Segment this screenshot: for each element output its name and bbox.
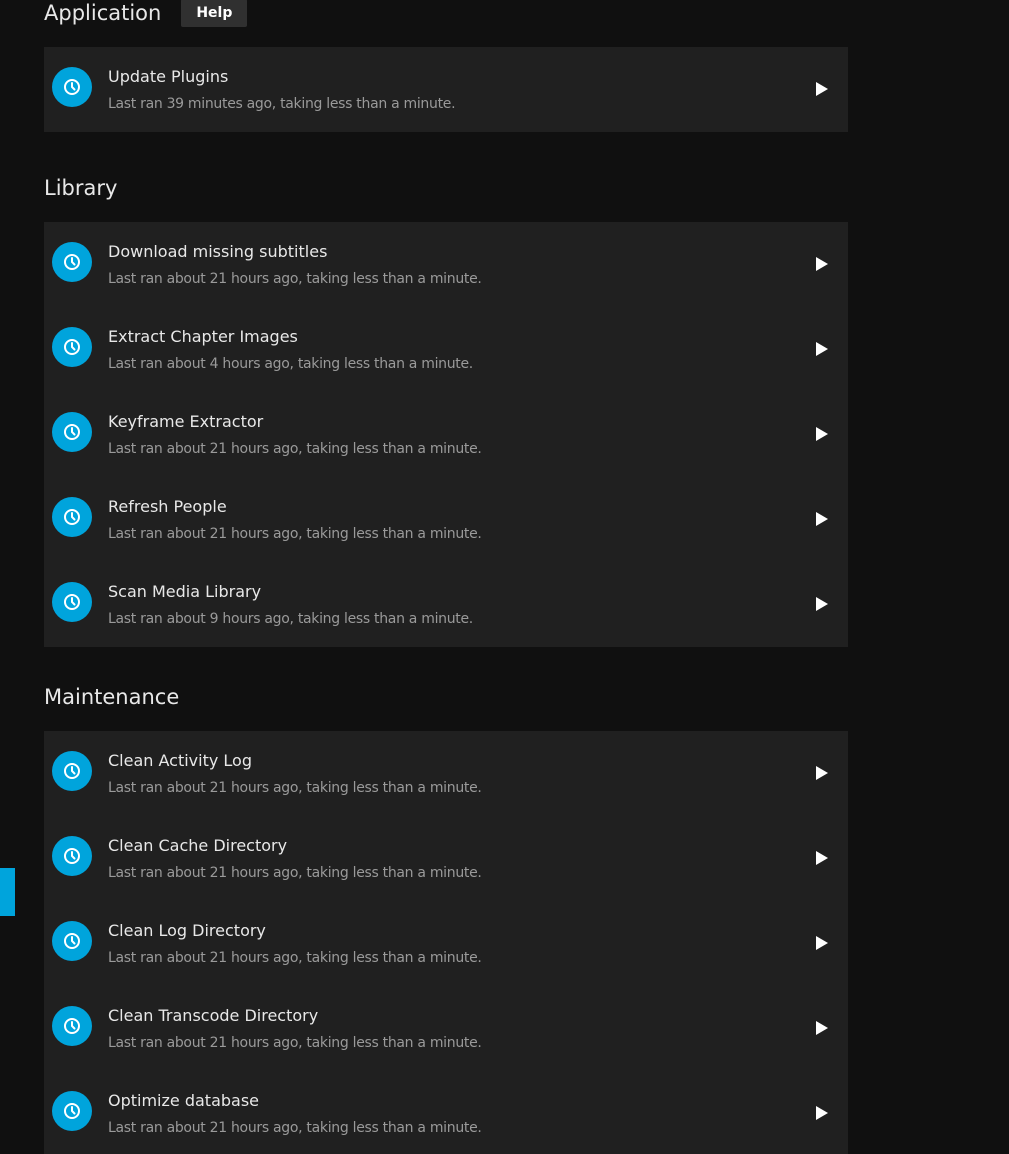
active-nav-indicator <box>0 868 15 916</box>
task-status: Last ran about 21 hours ago, taking less… <box>108 865 482 881</box>
task-status: Last ran about 21 hours ago, taking less… <box>108 271 482 287</box>
section-title: Maintenance <box>44 685 180 709</box>
clock-icon <box>52 836 92 876</box>
task-row[interactable]: Keyframe Extractor Last ran about 21 hour… <box>44 392 848 477</box>
clock-icon <box>52 412 92 452</box>
task-name[interactable]: Download missing subtitles <box>108 241 482 263</box>
task-text: Keyframe Extractor Last ran about 21 hour… <box>108 411 482 459</box>
task-status: Last ran about 21 hours ago, taking less… <box>108 526 482 542</box>
task-list: Download missing subtitles Last ran about… <box>44 222 848 647</box>
task-row[interactable]: Clean Cache Directory Last ran about 21 h… <box>44 816 848 901</box>
section-library: Library Download missing subtitles Last r… <box>44 174 848 647</box>
task-text: Clean Log Directory Last ran about 21 hou… <box>108 920 482 968</box>
section-application: Application Help Update Plugins Last ran … <box>44 0 848 132</box>
play-icon[interactable] <box>808 250 836 278</box>
task-row[interactable]: Optimize database Last ran about 21 hours… <box>44 1071 848 1154</box>
task-row[interactable]: Clean Transcode Directory Last ran about … <box>44 986 848 1071</box>
clock-icon <box>52 242 92 282</box>
play-icon[interactable] <box>808 590 836 618</box>
task-name[interactable]: Scan Media Library <box>108 581 473 603</box>
play-icon[interactable] <box>808 1099 836 1127</box>
task-status: Last ran about 21 hours ago, taking less… <box>108 441 482 457</box>
task-name[interactable]: Clean Transcode Directory <box>108 1005 482 1027</box>
task-status: Last ran about 9 hours ago, taking less … <box>108 611 473 627</box>
task-text: Clean Transcode Directory Last ran about … <box>108 1005 482 1053</box>
task-name[interactable]: Clean Cache Directory <box>108 835 482 857</box>
task-status: Last ran 39 minutes ago, taking less tha… <box>108 96 456 112</box>
scheduled-tasks-page: Application Help Update Plugins Last ran … <box>0 0 1009 1154</box>
section-header: Library <box>44 174 848 202</box>
play-icon[interactable] <box>808 759 836 787</box>
section-title: Application <box>44 1 162 25</box>
task-row[interactable]: Download missing subtitles Last ran about… <box>44 222 848 307</box>
task-name[interactable]: Keyframe Extractor <box>108 411 482 433</box>
play-icon[interactable] <box>808 420 836 448</box>
task-row[interactable]: Clean Activity Log Last ran about 21 hour… <box>44 731 848 816</box>
play-icon[interactable] <box>808 505 836 533</box>
task-text: Clean Cache Directory Last ran about 21 h… <box>108 835 482 883</box>
task-status: Last ran about 4 hours ago, taking less … <box>108 356 473 372</box>
task-status: Last ran about 21 hours ago, taking less… <box>108 780 482 796</box>
clock-icon <box>52 1006 92 1046</box>
clock-icon <box>52 582 92 622</box>
task-row[interactable]: Scan Media Library Last ran about 9 hours… <box>44 562 848 647</box>
task-text: Clean Activity Log Last ran about 21 hour… <box>108 750 482 798</box>
section-header: Maintenance <box>44 683 848 711</box>
task-text: Refresh People Last ran about 21 hours ag… <box>108 496 482 544</box>
task-name[interactable]: Clean Activity Log <box>108 750 482 772</box>
section-maintenance: Maintenance Clean Activity Log Last ran a… <box>44 683 848 1154</box>
task-name[interactable]: Refresh People <box>108 496 482 518</box>
play-icon[interactable] <box>808 844 836 872</box>
play-icon[interactable] <box>808 1014 836 1042</box>
play-icon[interactable] <box>808 335 836 363</box>
clock-icon <box>52 67 92 107</box>
task-text: Extract Chapter Images Last ran about 4 h… <box>108 326 473 374</box>
task-name[interactable]: Optimize database <box>108 1090 482 1112</box>
clock-icon <box>52 751 92 791</box>
task-text: Download missing subtitles Last ran about… <box>108 241 482 289</box>
section-title: Library <box>44 176 118 200</box>
task-name[interactable]: Clean Log Directory <box>108 920 482 942</box>
clock-icon <box>52 1091 92 1131</box>
task-row[interactable]: Update Plugins Last ran 39 minutes ago, t… <box>44 47 848 132</box>
task-status: Last ran about 21 hours ago, taking less… <box>108 1120 482 1136</box>
task-text: Scan Media Library Last ran about 9 hours… <box>108 581 473 629</box>
task-row[interactable]: Refresh People Last ran about 21 hours ag… <box>44 477 848 562</box>
task-name[interactable]: Extract Chapter Images <box>108 326 473 348</box>
task-text: Optimize database Last ran about 21 hours… <box>108 1090 482 1138</box>
clock-icon <box>52 497 92 537</box>
section-header: Application Help <box>44 0 848 27</box>
clock-icon <box>52 921 92 961</box>
clock-icon <box>52 327 92 367</box>
play-icon[interactable] <box>808 929 836 957</box>
play-icon[interactable] <box>808 75 836 103</box>
help-button[interactable]: Help <box>181 0 248 27</box>
task-row[interactable]: Extract Chapter Images Last ran about 4 h… <box>44 307 848 392</box>
task-row[interactable]: Clean Log Directory Last ran about 21 hou… <box>44 901 848 986</box>
task-status: Last ran about 21 hours ago, taking less… <box>108 1035 482 1051</box>
task-status: Last ran about 21 hours ago, taking less… <box>108 950 482 966</box>
task-list: Clean Activity Log Last ran about 21 hour… <box>44 731 848 1154</box>
task-text: Update Plugins Last ran 39 minutes ago, t… <box>108 66 456 114</box>
task-name[interactable]: Update Plugins <box>108 66 455 88</box>
task-list: Update Plugins Last ran 39 minutes ago, t… <box>44 47 848 132</box>
